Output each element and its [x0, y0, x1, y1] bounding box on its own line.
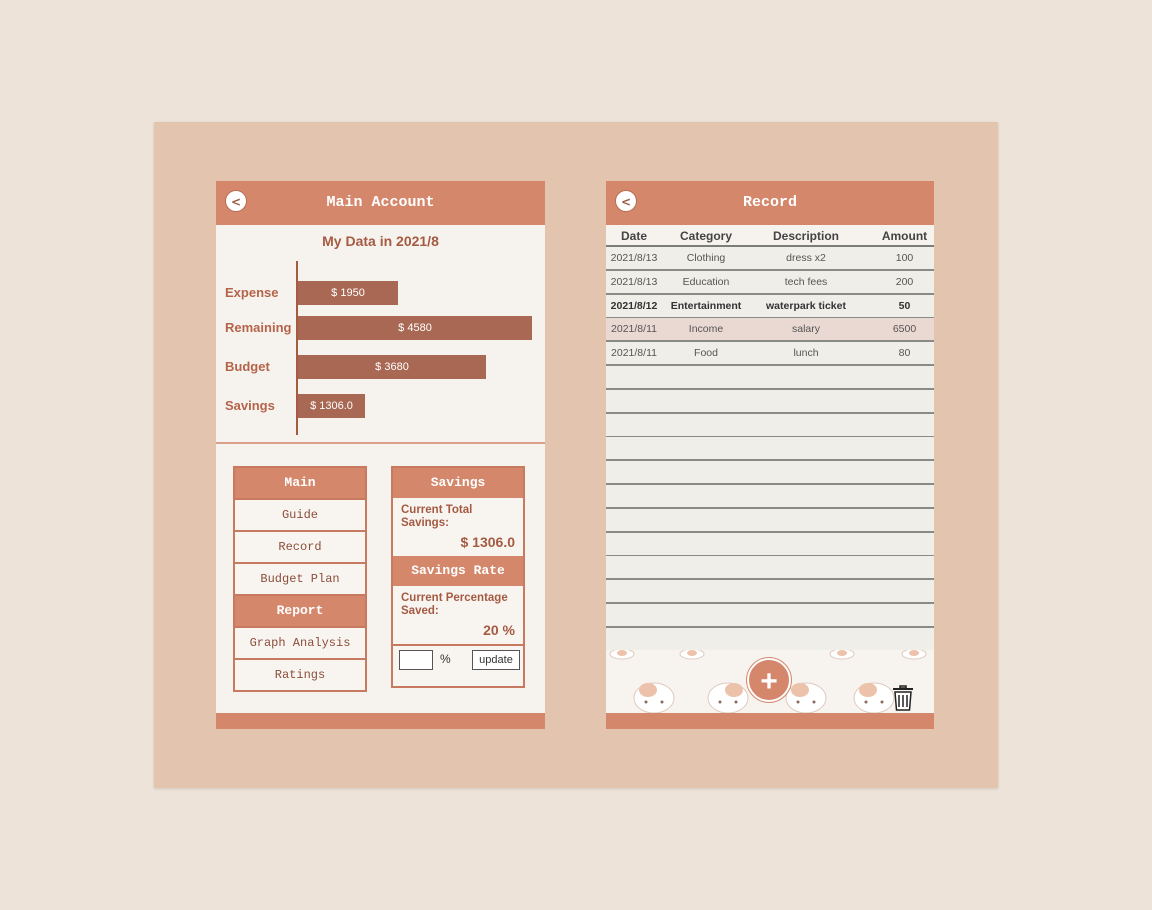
empty-table-row[interactable]	[606, 604, 934, 628]
table-cell-amount: 6500	[892, 323, 917, 336]
section-divider	[216, 442, 545, 444]
footer-bar	[216, 713, 545, 729]
empty-table-row[interactable]	[606, 461, 934, 486]
menu-item-record[interactable]: Record	[233, 532, 367, 564]
table-row[interactable]: 2021/8/11 Food lunch 80	[606, 342, 934, 367]
table-cell-date: 2021/8/13	[610, 252, 658, 264]
empty-table-row[interactable]	[606, 389, 934, 414]
trash-icon[interactable]	[891, 684, 915, 712]
table-cell-amount: 50	[898, 299, 911, 312]
savings-rate-header: Savings Rate	[393, 556, 523, 586]
column-header-description[interactable]: Description	[750, 225, 862, 247]
column-header-date[interactable]: Date	[606, 225, 662, 247]
table-cell-description: salary	[791, 323, 820, 336]
table-cell-date: 2021/8/12	[610, 299, 658, 312]
empty-table-row[interactable]	[606, 580, 934, 605]
empty-table-row[interactable]	[606, 532, 934, 557]
empty-table-row[interactable]	[606, 508, 934, 533]
menu-item-budget-plan[interactable]: Budget Plan	[233, 564, 367, 596]
table-header: Date Category Description Amount	[606, 225, 934, 247]
empty-table-row[interactable]	[606, 485, 934, 509]
chart-category-label: Remaining	[225, 320, 292, 335]
table-cell-category: Food	[694, 347, 718, 360]
menu-item-guide[interactable]: Guide	[233, 500, 367, 532]
table-cell-description: lunch	[793, 347, 819, 360]
menu-item-ratings[interactable]: Ratings	[233, 660, 367, 692]
chart-bar: $ 1306.0	[298, 394, 365, 418]
percentage-saved-label: Current Percentage Saved:	[401, 592, 508, 617]
percent-input[interactable]	[399, 650, 433, 670]
column-header-category[interactable]: Category	[662, 225, 750, 247]
table-cell-amount: 100	[895, 252, 914, 264]
table-cell-amount: 200	[895, 275, 914, 288]
chart-category-label: Expense	[225, 285, 279, 300]
table-row[interactable]: 2021/8/13 Clothing dress x2 100	[606, 247, 934, 271]
update-button[interactable]: update	[472, 650, 520, 670]
page-title: Main Account	[326, 194, 435, 211]
menu-header-report: Report	[233, 596, 367, 628]
main-account-header: < Main Account	[216, 181, 545, 225]
table-row[interactable]: 2021/8/11 Income salary 6500	[606, 318, 934, 343]
chart-bar: $ 3680	[298, 355, 486, 379]
record-header: < Record	[606, 181, 934, 225]
chart-title: My Data in 2021/8	[322, 233, 439, 249]
table-cell-description: tech fees	[784, 275, 828, 288]
table-cell-description: dress x2	[786, 252, 826, 264]
chart-category-label: Budget	[225, 359, 270, 374]
table-cell-date: 2021/8/11	[611, 347, 657, 360]
empty-table-row[interactable]	[606, 437, 934, 462]
empty-table-row[interactable]	[606, 413, 934, 438]
table-cell-category: Clothing	[686, 252, 726, 264]
chart-bar: $ 1950	[298, 281, 398, 305]
footer-bar	[606, 713, 934, 729]
total-savings-label: Current Total Savings:	[401, 504, 473, 529]
savings-box: Savings Current Total Savings: $ 1306.0 …	[391, 466, 525, 688]
table-cell-category: Entertainment	[670, 299, 742, 312]
main-account-screen: < Main Account My Data in 2021/8 Expense…	[216, 181, 545, 729]
column-header-amount[interactable]: Amount	[862, 225, 947, 247]
percentage-saved-value: 20 %	[483, 622, 515, 638]
empty-table-row[interactable]	[606, 627, 934, 652]
table-row[interactable]: 2021/8/13 Education tech fees 200	[606, 270, 934, 295]
plus-icon: +	[760, 665, 778, 698]
savings-header: Savings	[393, 468, 523, 498]
table-cell-date: 2021/8/13	[610, 275, 658, 288]
table-cell-category: Income	[688, 323, 724, 336]
rate-update-row: % update	[393, 646, 523, 674]
table-cell-category: Education	[682, 275, 730, 288]
menu-header-main: Main	[233, 466, 367, 500]
chart-category-label: Savings	[225, 398, 275, 413]
table-row[interactable]: 2021/8/12 Entertainment waterpark ticket 50	[606, 294, 934, 319]
total-savings-value: $ 1306.0	[460, 534, 516, 550]
table-cell-amount: 80	[898, 347, 911, 360]
add-record-button[interactable]: +	[747, 658, 791, 702]
page-title: Record	[742, 194, 797, 211]
chart-bar: $ 4580	[298, 316, 532, 340]
record-screen: < Record Date Category Description Amoun…	[606, 181, 934, 729]
menu-item-graph-analysis[interactable]: Graph Analysis	[233, 628, 367, 660]
empty-table-row[interactable]	[606, 366, 934, 390]
navigation-menu: Main Guide Record Budget Plan Report Gra…	[233, 466, 367, 692]
empty-table-row[interactable]	[606, 556, 934, 581]
percent-sign: %	[440, 652, 451, 666]
table-cell-date: 2021/8/11	[611, 323, 657, 336]
table-cell-description: waterpark ticket	[766, 299, 846, 312]
